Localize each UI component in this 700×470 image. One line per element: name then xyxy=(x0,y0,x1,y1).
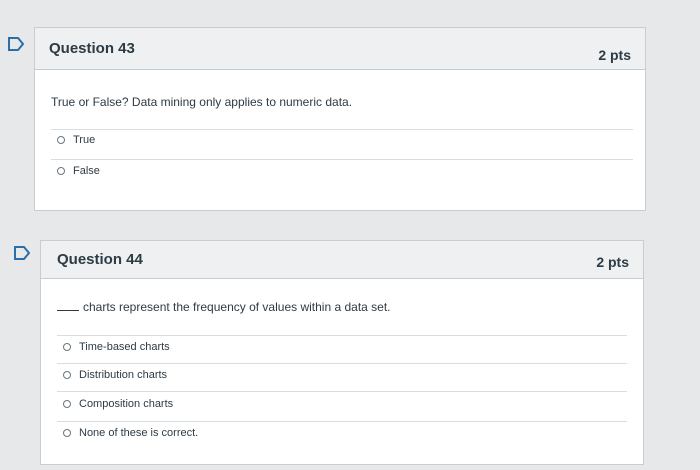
answer-label: Composition charts xyxy=(79,398,174,410)
question-header: Question 43 2 pts xyxy=(35,28,645,70)
fill-blank-line xyxy=(57,310,79,311)
question-points: 2 pts xyxy=(596,253,629,270)
question-text: True or False? Data mining only applies … xyxy=(51,95,353,109)
flag-question-43-icon[interactable] xyxy=(8,37,24,51)
answer-option[interactable]: Distribution charts xyxy=(63,369,167,381)
divider xyxy=(57,335,627,336)
answer-label: True xyxy=(73,134,96,146)
question-points: 2 pts xyxy=(598,46,631,63)
divider xyxy=(57,391,627,392)
divider xyxy=(51,159,633,160)
divider xyxy=(51,129,633,130)
question-text: charts represent the frequency of values… xyxy=(57,300,391,314)
radio-circle-icon[interactable] xyxy=(63,429,71,437)
question-text-body: charts represent the frequency of values… xyxy=(83,300,391,314)
question-43: Question 43 2 pts True or False? Data mi… xyxy=(34,27,646,211)
divider xyxy=(57,363,627,364)
flag-question-44-icon[interactable] xyxy=(14,246,30,260)
question-44: Question 44 2 pts charts represent the f… xyxy=(40,240,644,465)
answer-label: Distribution charts xyxy=(79,369,168,381)
radio-circle-icon[interactable] xyxy=(63,400,71,408)
answer-label: None of these is correct. xyxy=(79,427,199,439)
radio-circle-icon[interactable] xyxy=(63,343,71,351)
answer-option[interactable]: False xyxy=(57,165,100,177)
answer-option[interactable]: Time-based charts xyxy=(63,341,170,353)
question-header: Question 44 2 pts xyxy=(41,241,643,279)
answer-option[interactable]: Composition charts xyxy=(63,398,173,410)
question-title: Question 44 xyxy=(57,251,143,268)
divider xyxy=(57,421,627,422)
radio-circle-icon[interactable] xyxy=(57,136,65,144)
radio-circle-icon[interactable] xyxy=(63,371,71,379)
answer-option[interactable]: None of these is correct. xyxy=(63,427,198,439)
answer-label: Time-based charts xyxy=(79,341,170,353)
radio-circle-icon[interactable] xyxy=(57,167,65,175)
answer-option[interactable]: True xyxy=(57,134,95,146)
answer-label: False xyxy=(73,165,100,177)
question-title: Question 43 xyxy=(49,40,135,57)
